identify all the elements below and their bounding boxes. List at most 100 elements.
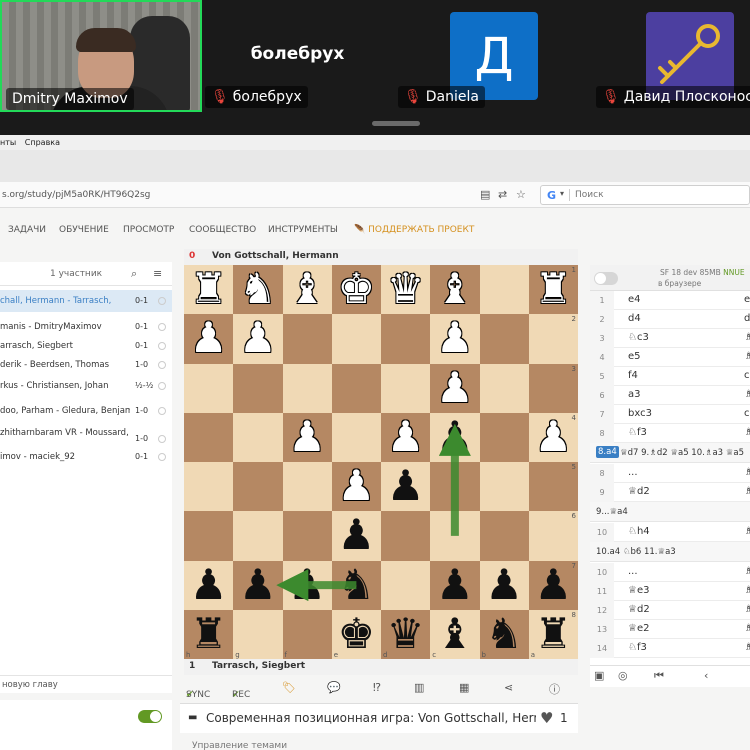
board-square[interactable]: ♜ 8 a [528,609,578,659]
black-move[interactable]: ♗ [744,623,750,634]
nav-learn[interactable]: ОБУЧЕНИЕ [59,225,109,235]
board-square[interactable]: ♟ 4 [528,412,578,462]
menu-item-tools[interactable]: нты [0,138,16,147]
board-square[interactable] [381,363,431,413]
black-move[interactable]: e [744,294,750,305]
move-row[interactable]: 5 f4 c [590,367,750,386]
white-move[interactable]: ... [628,566,638,577]
board-square[interactable] [479,462,529,512]
black-bishop-piece[interactable]: ♝ [430,609,479,659]
board-square[interactable]: ♚ e [331,609,381,659]
board-square[interactable]: ♟ [430,314,480,364]
white-move[interactable]: ♕d2 [628,486,650,497]
video-tile-daniela[interactable]: Д 🎙 Daniela [392,0,592,112]
white-queen-piece[interactable]: ♛ [381,264,430,314]
black-pawn-piece[interactable]: ♟ [430,560,479,610]
move-row[interactable]: 7 bxc3 c [590,405,750,424]
variation-text[interactable]: 9...♕a4 [596,507,628,517]
black-move[interactable]: d [744,313,750,324]
board-square[interactable]: ♟ [282,412,332,462]
white-move[interactable]: ♘c3 [628,332,649,343]
move-row[interactable]: 14 ♘f3 ♗ [590,639,750,658]
move-row[interactable]: 12 ♕d2 ♗ [590,601,750,620]
move-row[interactable]: 10 ♘h4 ♗ [590,523,750,542]
white-move[interactable]: ♕e2 [628,623,649,634]
white-move[interactable]: e4 [628,294,641,305]
translate-icon[interactable]: ⇄ [498,188,507,201]
white-pawn-piece[interactable]: ♟ [233,314,282,363]
board-square[interactable]: 6 [528,511,578,561]
nav-donate[interactable]: 🪶 ПОДДЕРЖАТЬ ПРОЕКТ [354,225,474,235]
top-player-name[interactable]: Von Gottschall, Hermann [212,251,339,261]
board-square[interactable] [381,560,431,610]
chapter-item[interactable]: chall, Hermann - Tarrasch, 0-1 [0,290,172,312]
nav-tools[interactable]: ИНСТРУМЕНТЫ [268,225,338,235]
black-queen-piece[interactable]: ♛ [381,609,430,659]
board-square[interactable] [184,363,234,413]
board-square[interactable]: ♟ [282,560,332,610]
board-square[interactable] [184,511,234,561]
board-square[interactable] [331,363,381,413]
board-square[interactable]: ♚ [331,264,381,315]
board-square[interactable]: 2 [528,314,578,364]
white-move[interactable]: ♘f3 [628,642,647,653]
move-row[interactable]: 2 d4 d [590,310,750,329]
board-square[interactable]: ♞ [331,560,381,610]
board-square[interactable]: 3 [528,363,578,413]
heart-icon[interactable]: ♥ [540,709,553,727]
board-square[interactable] [479,314,529,364]
board-square[interactable]: ♟ [430,560,480,610]
black-move[interactable]: ♗ [744,389,750,400]
menu-item-help[interactable]: Справка [25,138,60,147]
nav-puzzles[interactable]: ЗАДАЧИ [8,225,46,235]
info-icon[interactable]: ⓘ [549,681,560,697]
chapter-item[interactable]: imov - maciek_92 0-1 [0,446,172,468]
prev-move-icon[interactable]: ‹ [704,669,708,682]
white-move[interactable]: ♕d2 [628,604,650,615]
board-square[interactable]: ♟ 7 [528,560,578,610]
variation-text[interactable]: 10.a4 ♘b6 11.♕a3 [596,547,676,557]
black-move[interactable]: ♗ [744,566,750,577]
black-pawn-piece[interactable]: ♟ [283,560,332,610]
black-move[interactable]: ♗ [744,467,750,478]
black-knight-piece[interactable]: ♞ [480,609,529,659]
white-move[interactable]: d4 [628,313,641,324]
members-count[interactable]: 1 участник [50,269,102,279]
current-move[interactable]: 8.a4 [596,446,619,458]
black-move[interactable]: c [744,408,750,419]
video-tile-dmitry[interactable]: Dmitry Maximov [0,0,202,112]
move-row[interactable]: 11 ♕e3 ♗ [590,582,750,601]
black-move[interactable]: ♗ [744,486,750,497]
board-square[interactable]: ♟ [233,314,283,364]
board-square[interactable]: ♟ [381,461,431,512]
new-chapter-button[interactable]: новую главу [0,675,172,693]
white-move[interactable]: ♘f3 [628,427,647,438]
board-square[interactable]: 5 [528,462,578,512]
black-move[interactable]: c [744,370,750,381]
board-square[interactable] [430,462,480,512]
board-square[interactable] [331,412,381,462]
white-move[interactable]: e5 [628,351,641,362]
move-row[interactable]: 8... ♗ [590,464,750,483]
board-square[interactable]: ♛ [381,264,431,315]
board-square[interactable] [381,314,431,364]
white-pawn-piece[interactable]: ♟ [430,363,479,413]
sync-toggle[interactable] [138,710,162,723]
chart-icon[interactable]: ▥ [414,681,424,694]
glyphs-icon[interactable]: ⁉ [373,681,381,694]
chapter-item[interactable]: zhitharnbaram VR - Moussard, 1-0 [0,422,172,444]
white-bishop-piece[interactable]: ♝ [283,264,332,314]
black-pawn-piece[interactable]: ♟ [184,560,233,610]
white-knight-piece[interactable]: ♞ [233,264,282,314]
board-square[interactable]: ♟ [479,560,529,610]
black-move[interactable]: ♗ [744,604,750,615]
black-move[interactable]: ♗ [744,642,750,653]
board-square[interactable]: f [282,609,332,659]
variation-line[interactable]: 9...♕a4 [590,502,750,522]
move-row[interactable]: 8 ♘f3 ♗ [590,424,750,443]
search-icon[interactable]: ⌕ [131,267,137,281]
white-pawn-piece[interactable]: ♟ [381,412,430,462]
black-pawn-piece[interactable]: ♟ [332,511,381,560]
search-input[interactable] [575,188,745,202]
topics-manage-link[interactable]: Управление темами [192,741,287,750]
